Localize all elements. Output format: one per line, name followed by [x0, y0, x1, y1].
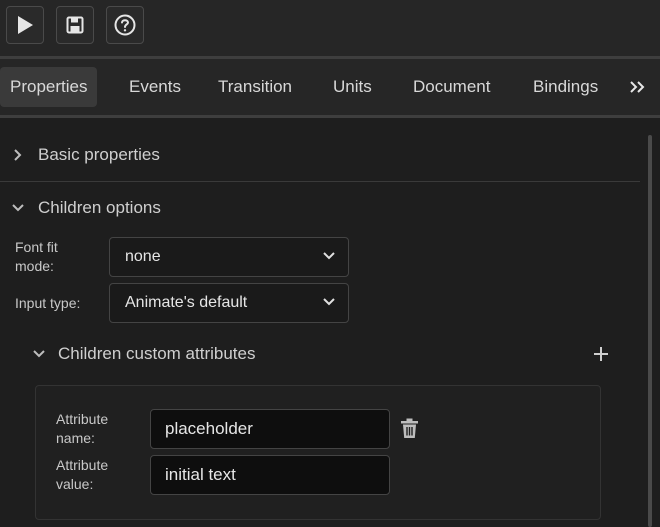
- chevron-right-icon: [14, 149, 22, 161]
- font-fit-mode-label: Font fit mode:: [15, 239, 58, 274]
- more-tabs-icon[interactable]: [629, 80, 647, 94]
- attribute-value-value: initial text: [165, 465, 236, 484]
- basic-properties-header[interactable]: Basic properties: [12, 145, 160, 165]
- tab-bar: Properties Events Transition Units Docum…: [0, 59, 660, 115]
- scrollbar[interactable]: [648, 135, 652, 527]
- input-type-select[interactable]: Animate's default: [109, 283, 349, 323]
- custom-attributes-title: Children custom attributes: [58, 344, 256, 363]
- basic-properties-title: Basic properties: [38, 145, 160, 164]
- save-icon: [66, 16, 84, 34]
- font-fit-mode-value: none: [125, 248, 161, 265]
- tab-transition[interactable]: Transition: [218, 67, 292, 107]
- section-divider: [0, 181, 640, 182]
- attribute-name-label: Attribute name:: [56, 411, 109, 446]
- chevron-down-icon: [323, 298, 335, 306]
- attribute-value-label: Attribute value:: [56, 457, 109, 492]
- attribute-value-input[interactable]: initial text: [150, 455, 390, 495]
- children-options-header[interactable]: Children options: [11, 198, 161, 218]
- chevron-down-icon: [323, 252, 335, 260]
- attribute-name-input[interactable]: placeholder: [150, 409, 390, 449]
- play-button[interactable]: [6, 6, 44, 44]
- tab-events[interactable]: Events: [129, 67, 181, 107]
- chevron-down-icon: [12, 204, 24, 212]
- tab-document[interactable]: Document: [413, 67, 490, 107]
- toolbar: [0, 0, 660, 56]
- tab-bindings[interactable]: Bindings: [533, 67, 598, 107]
- plus-icon[interactable]: [593, 346, 609, 362]
- trash-icon[interactable]: [400, 418, 419, 439]
- children-options-title: Children options: [38, 198, 161, 217]
- tab-units[interactable]: Units: [333, 67, 372, 107]
- attribute-name-value: placeholder: [165, 419, 253, 438]
- custom-attribute-item: [35, 385, 601, 520]
- tab-properties[interactable]: Properties: [0, 67, 98, 107]
- custom-attributes-header[interactable]: Children custom attributes: [32, 344, 255, 364]
- play-icon: [18, 16, 33, 34]
- input-type-value: Animate's default: [125, 294, 248, 311]
- help-button[interactable]: [106, 6, 144, 44]
- save-button[interactable]: [56, 6, 94, 44]
- font-fit-mode-select[interactable]: none: [109, 237, 349, 277]
- help-icon: [114, 14, 136, 36]
- chevron-down-icon: [33, 350, 45, 358]
- input-type-label: Input type:: [15, 295, 81, 311]
